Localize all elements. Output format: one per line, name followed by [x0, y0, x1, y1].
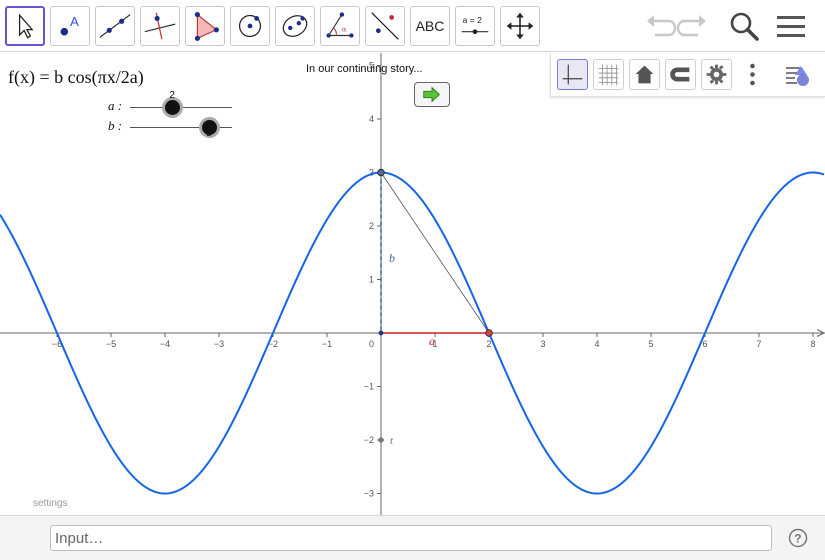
svg-text:A: A [70, 14, 79, 29]
slider-tool-label: a = 2 [463, 15, 482, 25]
perpendicular-line-icon [144, 12, 176, 40]
label-a: a [429, 334, 435, 348]
arrow-right-icon [423, 86, 441, 103]
text-tool-label: ABC [415, 18, 445, 34]
line-tool-button[interactable] [95, 6, 135, 46]
slider-tool-button[interactable]: a = 2 [455, 6, 495, 46]
x-tick-label: −3 [214, 339, 224, 349]
graphics-style-icon [786, 66, 809, 86]
svg-text:?: ? [794, 531, 801, 545]
polygon-icon [194, 12, 219, 41]
slider-a-knob[interactable] [165, 100, 181, 115]
settings-button[interactable] [701, 59, 732, 90]
gear-icon [706, 64, 727, 85]
slider-b-name: b : [108, 118, 123, 133]
toggle-grid-button[interactable] [593, 59, 624, 90]
label-b: b [389, 251, 395, 265]
help-button[interactable]: ? [788, 528, 808, 548]
more-icon [750, 63, 755, 86]
slider-b-value: 3 [206, 128, 212, 139]
slider-a-name: a : [108, 98, 123, 113]
toggle-axes-icon [562, 64, 583, 85]
slider-a-value: 2 [169, 90, 175, 101]
circle-tool-button[interactable] [230, 6, 270, 46]
point-capturing-button[interactable] [665, 59, 696, 90]
input-field[interactable] [50, 525, 772, 551]
undo-button[interactable] [642, 8, 678, 44]
slider-a-track[interactable] [130, 107, 232, 108]
move-view-tool-button[interactable] [500, 6, 540, 46]
toggle-axes-button[interactable] [557, 59, 588, 90]
main-menu-button[interactable] [773, 8, 809, 44]
x-tick-label: −1 [322, 339, 332, 349]
search-button[interactable] [726, 8, 762, 44]
help-icon: ? [788, 528, 808, 548]
x-tick-label: 6 [702, 339, 707, 349]
y-tick-label: 4 [369, 114, 374, 124]
redo-button[interactable] [675, 8, 711, 44]
angle-tool-button[interactable]: α [320, 6, 360, 46]
move-tool-button[interactable] [5, 6, 45, 46]
point-top [377, 168, 385, 177]
slider-b[interactable]: b : 3 [108, 118, 248, 139]
more-options-button[interactable] [737, 59, 768, 90]
ellipse-icon [282, 15, 308, 37]
home-view-button[interactable] [629, 59, 660, 90]
y-tick-label: 1 [369, 275, 374, 285]
x-tick-label: 5 [648, 339, 653, 349]
toggle-grid-icon [598, 64, 619, 86]
function-definition: f(x) = b cos(πx/2a) [8, 67, 144, 87]
perpendicular-line-tool-button[interactable] [140, 6, 180, 46]
slider-icon: a = 2 [461, 15, 489, 35]
text-tool-button[interactable]: ABC [410, 6, 450, 46]
point-tool-button[interactable]: A [50, 6, 90, 46]
point-a [485, 329, 493, 337]
circle-center-icon [238, 14, 262, 38]
x-tick-label: −4 [160, 339, 170, 349]
angle-icon: α [326, 12, 354, 38]
graphics-view[interactable]: −6 −5 −4 −3 −2 −1 1 2 3 4 5 6 7 8 −3 −2 −1 1 2 3 4 5 0 bat f(x… [0, 53, 825, 515]
graphics-style-button[interactable] [783, 59, 814, 90]
point-origin [378, 330, 384, 336]
label-t: t [390, 435, 394, 447]
line-icon [99, 14, 131, 38]
reflect-tool-button[interactable] [365, 6, 405, 46]
x-tick-label: 4 [594, 339, 599, 349]
y-tick-label: −2 [364, 435, 374, 445]
point-t [377, 436, 385, 444]
cursor-arrow-icon [18, 13, 34, 39]
y-tick-label: 2 [369, 221, 374, 231]
next-step-button[interactable] [414, 82, 450, 107]
polygon-tool-button[interactable] [185, 6, 225, 46]
home-icon [635, 65, 654, 84]
story-text: In our continuing story... [306, 63, 423, 75]
y-tick-label: −1 [364, 382, 374, 392]
hypotenuse-segment [380, 172, 490, 334]
move-arrows-icon [506, 12, 534, 40]
toolbar: A α ABC a = 2 [0, 0, 825, 52]
menu-icon [777, 16, 805, 37]
x-tick-label: 3 [540, 339, 545, 349]
slider-a[interactable]: a : 2 [108, 90, 248, 118]
x-tick-label: 7 [756, 339, 761, 349]
point-icon: A [60, 14, 79, 36]
magnet-icon [670, 67, 690, 82]
x-tick-label: 8 [810, 339, 815, 349]
settings-link[interactable]: settings [33, 498, 67, 509]
x-tick-label: −5 [106, 339, 116, 349]
search-icon [730, 12, 759, 41]
origin-label: 0 [369, 339, 374, 349]
algebra-input-bar: ? [0, 515, 825, 560]
y-tick-label: −3 [364, 489, 374, 499]
reflect-icon [371, 12, 399, 40]
undo-icon [647, 15, 677, 37]
svg-text:α: α [342, 26, 347, 34]
redo-icon [676, 15, 706, 37]
x-tick-label: 2 [486, 339, 491, 349]
geogebra-app: A α ABC a = 2 −6 −5 −4 −3 −2 −1 1 2 3 4 … [0, 0, 825, 560]
graphics-style-bar [550, 53, 825, 97]
conic-tool-button[interactable] [275, 6, 315, 46]
